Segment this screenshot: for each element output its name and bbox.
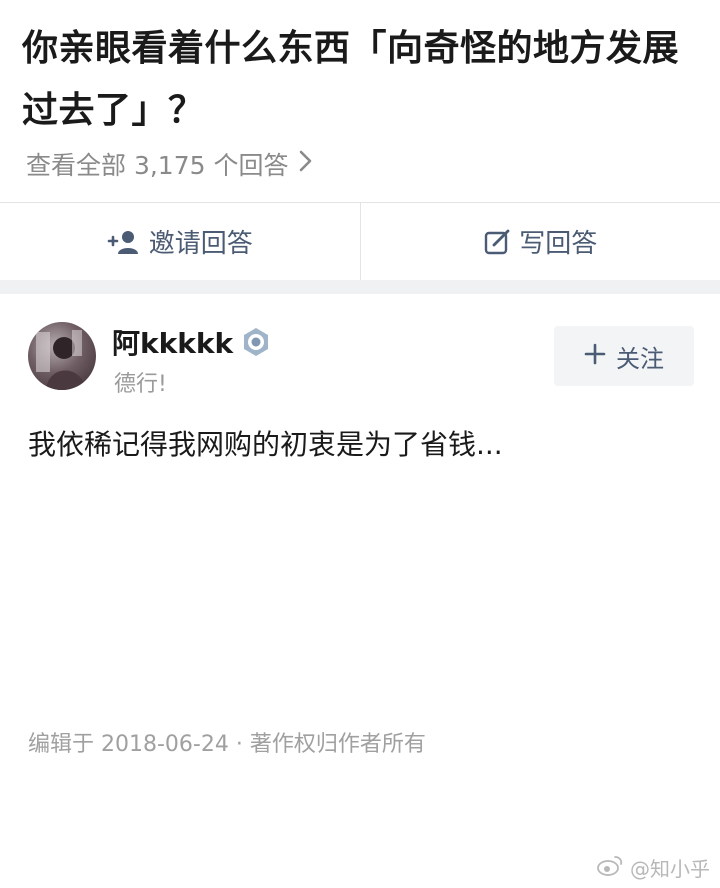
verified-badge-icon [241, 327, 271, 357]
author-name[interactable]: 阿kkkkk [112, 322, 271, 362]
answer-text[interactable]: 我依稀记得我网购的初衷是为了省钱... [28, 424, 688, 466]
answer-card: 阿kkkkk 德行! 关注 我依稀记得我网购的初衷是为了省钱... 编辑于 20… [0, 294, 720, 888]
invite-answer-label: 邀请回答 [148, 229, 253, 259]
author-name-text: 阿kkkkk [112, 327, 234, 360]
write-answer-button[interactable]: 写回答 [359, 203, 720, 280]
edit-icon [483, 228, 511, 256]
invite-answer-button[interactable]: 邀请回答 [0, 203, 360, 280]
view-all-answers-link[interactable]: 查看全部 3,175 个回答 [26, 144, 314, 184]
write-answer-label: 写回答 [519, 229, 598, 259]
follow-label: 关注 [616, 344, 664, 373]
answer-meta: 编辑于 2018-06-24 · 著作权归作者所有 [28, 732, 426, 757]
question-title: 你亲眼看着什么东西「向奇怪的地方发展过去了」？ [22, 28, 680, 131]
follow-button[interactable]: 关注 [554, 326, 694, 386]
watermark-text: @知小乎 [630, 857, 710, 881]
watermark: @知小乎 [596, 853, 710, 882]
weibo-icon [596, 854, 624, 881]
action-bar: 邀请回答 写回答 [0, 202, 720, 280]
view-all-label: 查看全部 3,175 个回答 [26, 151, 289, 180]
avatar[interactable] [28, 322, 96, 390]
plus-icon [584, 341, 606, 371]
author-bio: 德行! [114, 372, 167, 397]
chevron-right-icon [298, 148, 314, 181]
add-user-icon [107, 229, 141, 255]
section-divider [0, 280, 720, 294]
